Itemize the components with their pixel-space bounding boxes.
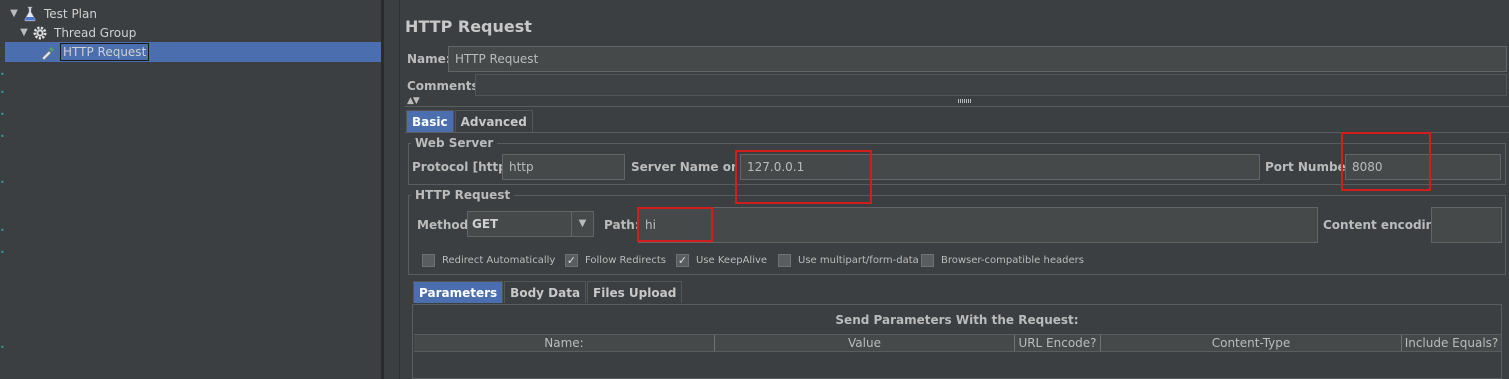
tree-node-label: HTTP Request bbox=[60, 43, 150, 61]
name-field[interactable]: HTTP Request bbox=[448, 46, 1507, 72]
column-header-name[interactable]: Name: bbox=[414, 335, 715, 351]
checkmark-icon[interactable]: ✓ bbox=[676, 254, 689, 267]
parameters-table: Send Parameters With the Request: Name: … bbox=[412, 304, 1502, 379]
edge-marker: • bbox=[0, 178, 5, 187]
edge-marker: • bbox=[0, 132, 5, 141]
column-header-value[interactable]: Value bbox=[715, 335, 1015, 351]
follow-redirects-checkbox[interactable]: ✓ Follow Redirects bbox=[565, 254, 666, 267]
path-label: Path: bbox=[604, 218, 640, 232]
expand-arrow-icon[interactable]: ▼ bbox=[8, 8, 20, 20]
edge-marker: • bbox=[0, 343, 5, 352]
checkbox-box[interactable] bbox=[422, 254, 435, 267]
tab-body-data[interactable]: Body Data bbox=[504, 281, 587, 303]
gear-icon bbox=[32, 25, 48, 41]
table-header: Name: Value URL Encode? Content-Type Inc… bbox=[414, 334, 1501, 352]
column-header-content-type[interactable]: Content-Type bbox=[1101, 335, 1402, 351]
edge-marker: • bbox=[0, 88, 5, 97]
protocol-field[interactable]: http bbox=[502, 154, 625, 180]
splitter-gutter bbox=[384, 0, 399, 379]
checkbox-label: Browser-compatible headers bbox=[941, 255, 1084, 266]
path-field[interactable]: hi bbox=[638, 207, 1318, 243]
request-body-tabs: Parameters Body Data Files Upload bbox=[413, 281, 683, 303]
checkbox-box[interactable] bbox=[778, 254, 791, 267]
use-keepalive-checkbox[interactable]: ✓ Use KeepAlive bbox=[676, 254, 767, 267]
method-select[interactable]: GET ▼ bbox=[467, 211, 594, 237]
highlight-port-number bbox=[1341, 132, 1431, 191]
test-plan-tree: • • • • • • • • ▼ Test Plan ▼ Thread Gro… bbox=[0, 0, 381, 379]
edge-marker: • bbox=[0, 248, 5, 257]
column-header-include-equals[interactable]: Include Equals? bbox=[1402, 335, 1501, 351]
expand-arrow-icon[interactable]: ▼ bbox=[18, 27, 30, 39]
tree-node-label: Test Plan bbox=[44, 7, 97, 21]
comments-label: Comments: bbox=[407, 79, 484, 93]
web-server-title: Web Server bbox=[411, 136, 498, 150]
method-value: GET bbox=[472, 217, 499, 231]
collapse-arrows-icon[interactable]: ▲▼ bbox=[407, 96, 420, 106]
checkbox-box[interactable] bbox=[921, 254, 934, 267]
flask-icon bbox=[22, 6, 38, 22]
checkbox-label: Use KeepAlive bbox=[696, 255, 768, 266]
tree-node-thread-group[interactable]: ▼ Thread Group bbox=[18, 24, 138, 42]
checkmark-icon[interactable]: ✓ bbox=[565, 254, 578, 267]
checkbox-label: Follow Redirects bbox=[585, 255, 666, 266]
pipette-icon bbox=[40, 44, 56, 61]
column-header-url-encode[interactable]: URL Encode? bbox=[1015, 335, 1101, 351]
redirect-automatically-checkbox[interactable]: Redirect Automatically bbox=[422, 254, 555, 267]
checkbox-label: Redirect Automatically bbox=[442, 255, 556, 266]
http-request-title: HTTP Request bbox=[411, 188, 515, 202]
edge-marker: • bbox=[0, 226, 5, 235]
tab-parameters[interactable]: Parameters bbox=[413, 281, 504, 303]
http-request-panel: HTTP Request Name: HTTP Request Comments… bbox=[400, 0, 1509, 379]
parameters-title: Send Parameters With the Request: bbox=[835, 313, 1079, 327]
divider bbox=[405, 106, 1509, 107]
name-label: Name: bbox=[407, 52, 451, 66]
tab-files-upload[interactable]: Files Upload bbox=[587, 281, 683, 303]
edge-marker: • bbox=[0, 70, 5, 79]
highlight-server-name bbox=[735, 150, 872, 204]
browser-compatible-headers-checkbox[interactable]: Browser-compatible headers bbox=[921, 254, 1084, 267]
tab-basic[interactable]: Basic bbox=[406, 110, 454, 132]
content-encoding-field[interactable] bbox=[1431, 207, 1502, 243]
tree-node-http-request[interactable]: HTTP Request bbox=[38, 43, 150, 61]
content-encoding-label: Content encoding: bbox=[1323, 218, 1448, 232]
resize-grip-icon[interactable] bbox=[958, 99, 972, 103]
tab-advanced[interactable]: Advanced bbox=[454, 110, 533, 132]
tree-node-label: Thread Group bbox=[54, 26, 137, 40]
highlight-path bbox=[637, 207, 713, 242]
method-label: Method: bbox=[417, 218, 473, 232]
config-tabs: Basic Advanced bbox=[406, 110, 534, 132]
use-multipart-checkbox[interactable]: Use multipart/form-data bbox=[778, 254, 919, 267]
page-title: HTTP Request bbox=[405, 17, 532, 36]
chevron-down-icon[interactable]: ▼ bbox=[571, 212, 593, 236]
comments-field[interactable] bbox=[475, 74, 1507, 96]
edge-marker: • bbox=[0, 110, 5, 119]
checkbox-label: Use multipart/form-data bbox=[798, 255, 919, 266]
tree-node-test-plan[interactable]: ▼ Test Plan bbox=[8, 5, 99, 23]
